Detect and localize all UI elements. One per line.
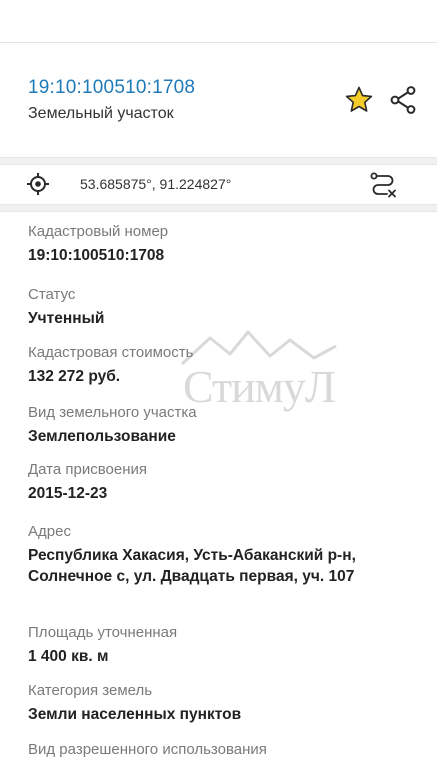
locate-button[interactable] bbox=[26, 172, 50, 196]
property-label: Статус bbox=[28, 286, 76, 303]
object-type-label: Земельный участок bbox=[28, 105, 174, 122]
property-value: 2015-12-23 bbox=[28, 485, 108, 502]
property-value: Республика Хакасия, Усть-Абаканский р-н,… bbox=[28, 547, 356, 585]
star-icon bbox=[345, 86, 373, 112]
property-label: Площадь уточненная bbox=[28, 624, 178, 641]
property-cadastral-cost: Кадастровая стоимость 132 272 руб. bbox=[28, 343, 193, 387]
property-land-category: Категория земель Земли населенных пункто… bbox=[28, 681, 241, 725]
property-label: Дата присвоения bbox=[28, 461, 147, 478]
watermark-logo: СтимуЛ bbox=[178, 326, 340, 412]
property-assign-date: Дата присвоения 2015-12-23 bbox=[28, 460, 147, 504]
share-icon bbox=[390, 86, 416, 114]
cadastral-number-link[interactable]: 19:10:100510:1708 bbox=[28, 77, 195, 99]
property-value: 19:10:100510:1708 bbox=[28, 247, 165, 264]
share-button[interactable] bbox=[388, 85, 418, 115]
property-value: Землепользование bbox=[28, 428, 176, 445]
property-label: Вид земельного участка bbox=[28, 404, 197, 421]
crosshair-icon bbox=[27, 173, 49, 195]
favorite-button[interactable] bbox=[344, 85, 374, 115]
property-address: Адрес Республика Хакасия, Усть-Абакански… bbox=[28, 522, 418, 587]
property-permitted-use: Вид разрешенного использования bbox=[28, 740, 267, 759]
property-label: Адрес bbox=[28, 523, 71, 540]
property-label: Вид разрешенного использования bbox=[28, 741, 267, 758]
object-header: 19:10:100510:1708 Земельный участок bbox=[0, 43, 437, 157]
coordinates-text: 53.685875°, 91.224827° bbox=[80, 176, 232, 192]
coordinates-row: 53.685875°, 91.224827° bbox=[0, 165, 437, 204]
watermark-text: СтимуЛ bbox=[182, 361, 336, 412]
property-value: 1 400 кв. м bbox=[28, 648, 109, 665]
property-status: Статус Учтенный bbox=[28, 285, 104, 329]
property-value: 132 272 руб. bbox=[28, 368, 121, 385]
property-value: Учтенный bbox=[28, 310, 105, 327]
property-land-kind: Вид земельного участка Землепользование bbox=[28, 403, 197, 447]
land-plot-card: 19:10:100510:1708 Земельный участок 53.6… bbox=[0, 0, 437, 767]
property-label: Кадастровый номер bbox=[28, 223, 169, 240]
route-button[interactable] bbox=[368, 170, 398, 200]
property-area: Площадь уточненная 1 400 кв. м bbox=[28, 623, 177, 667]
property-label: Кадастровая стоимость bbox=[28, 344, 194, 361]
property-label: Категория земель bbox=[28, 682, 153, 699]
section-divider bbox=[0, 157, 437, 165]
watermark-roof-icon bbox=[180, 330, 337, 366]
property-value: Земли населенных пунктов bbox=[28, 706, 242, 723]
property-cadastral-number: Кадастровый номер 19:10:100510:1708 bbox=[28, 222, 168, 266]
section-divider bbox=[0, 204, 437, 212]
route-icon bbox=[370, 172, 396, 198]
